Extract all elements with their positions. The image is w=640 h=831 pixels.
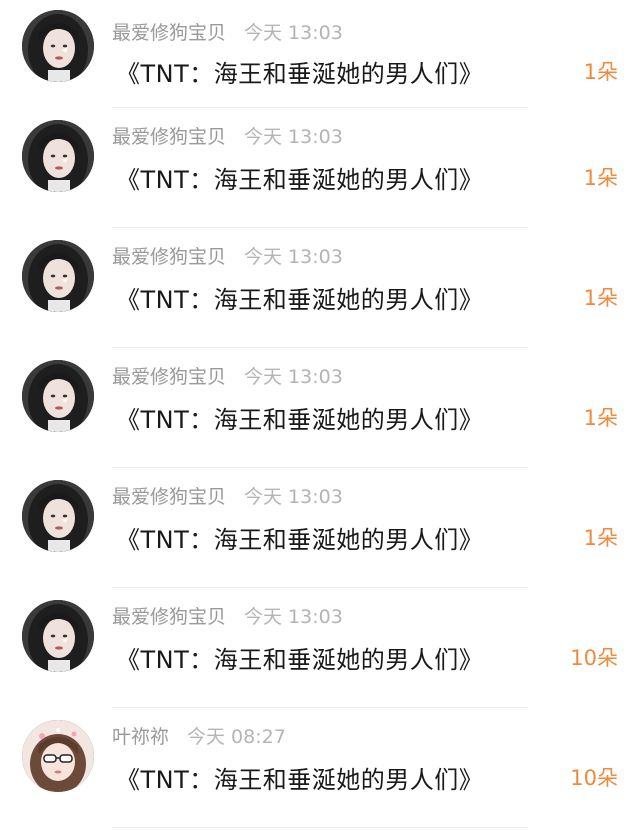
- avatar[interactable]: [22, 120, 94, 192]
- flower-count: 1朵: [583, 406, 618, 430]
- avatar[interactable]: [22, 360, 94, 432]
- item-meta: 最爱修狗宝贝 今天 13:03: [112, 482, 343, 508]
- flower-count: 1朵: [583, 286, 618, 310]
- list-item[interactable]: 最爱修狗宝贝 今天 13:03 《TNT：海王和垂涎她的男人们》 10朵: [0, 588, 640, 708]
- girl-avatar-dark-icon: [22, 480, 94, 552]
- gift-record-list: 最爱修狗宝贝 今天 13:03 《TNT：海王和垂涎她的男人们》 1朵 最爱修狗宝…: [0, 0, 640, 828]
- avatar[interactable]: [22, 240, 94, 312]
- avatar[interactable]: [22, 10, 94, 82]
- avatar[interactable]: [22, 480, 94, 552]
- item-meta: 最爱修狗宝贝 今天 13:03: [112, 362, 343, 388]
- timestamp: 今天 13:03: [244, 126, 343, 148]
- username[interactable]: 最爱修狗宝贝: [112, 22, 226, 44]
- girl-avatar-dark-icon: [22, 120, 94, 192]
- item-meta: 最爱修狗宝贝 今天 13:03: [112, 602, 343, 628]
- flower-count: 10朵: [570, 766, 618, 790]
- item-meta: 最爱修狗宝贝 今天 13:03: [112, 18, 343, 44]
- flower-count: 10朵: [570, 646, 618, 670]
- book-title[interactable]: 《TNT：海王和垂涎她的男人们》: [116, 160, 483, 195]
- flower-count: 1朵: [583, 166, 618, 190]
- timestamp: 今天 13:03: [244, 486, 343, 508]
- username[interactable]: 最爱修狗宝贝: [112, 366, 226, 388]
- username[interactable]: 最爱修狗宝贝: [112, 126, 226, 148]
- list-item[interactable]: 最爱修狗宝贝 今天 13:03 《TNT：海王和垂涎她的男人们》 1朵: [0, 348, 640, 468]
- timestamp: 今天 08:27: [187, 726, 286, 748]
- book-title[interactable]: 《TNT：海王和垂涎她的男人们》: [116, 280, 483, 315]
- book-title[interactable]: 《TNT：海王和垂涎她的男人们》: [116, 54, 483, 89]
- item-meta: 叶祢祢 今天 08:27: [112, 722, 286, 748]
- timestamp: 今天 13:03: [244, 606, 343, 628]
- username[interactable]: 最爱修狗宝贝: [112, 246, 226, 268]
- list-item[interactable]: 最爱修狗宝贝 今天 13:03 《TNT：海王和垂涎她的男人们》 1朵: [0, 0, 640, 108]
- book-title[interactable]: 《TNT：海王和垂涎她的男人们》: [116, 520, 483, 555]
- avatar[interactable]: [22, 720, 94, 792]
- book-title[interactable]: 《TNT：海王和垂涎她的男人们》: [116, 640, 483, 675]
- list-item[interactable]: 最爱修狗宝贝 今天 13:03 《TNT：海王和垂涎她的男人们》 1朵: [0, 468, 640, 588]
- book-title[interactable]: 《TNT：海王和垂涎她的男人们》: [116, 760, 483, 795]
- list-item[interactable]: 叶祢祢 今天 08:27 《TNT：海王和垂涎她的男人们》 10朵: [0, 708, 640, 828]
- flower-count: 1朵: [583, 60, 618, 84]
- girl-avatar-dark-icon: [22, 10, 94, 82]
- timestamp: 今天 13:03: [244, 246, 343, 268]
- username[interactable]: 叶祢祢: [112, 726, 169, 748]
- username[interactable]: 最爱修狗宝贝: [112, 486, 226, 508]
- list-item[interactable]: 最爱修狗宝贝 今天 13:03 《TNT：海王和垂涎她的男人们》 1朵: [0, 108, 640, 228]
- girl-avatar-sunglasses-icon: [22, 720, 94, 792]
- avatar[interactable]: [22, 600, 94, 672]
- item-meta: 最爱修狗宝贝 今天 13:03: [112, 242, 343, 268]
- girl-avatar-dark-icon: [22, 360, 94, 432]
- flower-count: 1朵: [583, 526, 618, 550]
- username[interactable]: 最爱修狗宝贝: [112, 606, 226, 628]
- girl-avatar-dark-icon: [22, 600, 94, 672]
- book-title[interactable]: 《TNT：海王和垂涎她的男人们》: [116, 400, 483, 435]
- timestamp: 今天 13:03: [244, 366, 343, 388]
- girl-avatar-dark-icon: [22, 240, 94, 312]
- timestamp: 今天 13:03: [244, 22, 343, 44]
- divider: [112, 827, 528, 828]
- list-item[interactable]: 最爱修狗宝贝 今天 13:03 《TNT：海王和垂涎她的男人们》 1朵: [0, 228, 640, 348]
- item-meta: 最爱修狗宝贝 今天 13:03: [112, 122, 343, 148]
